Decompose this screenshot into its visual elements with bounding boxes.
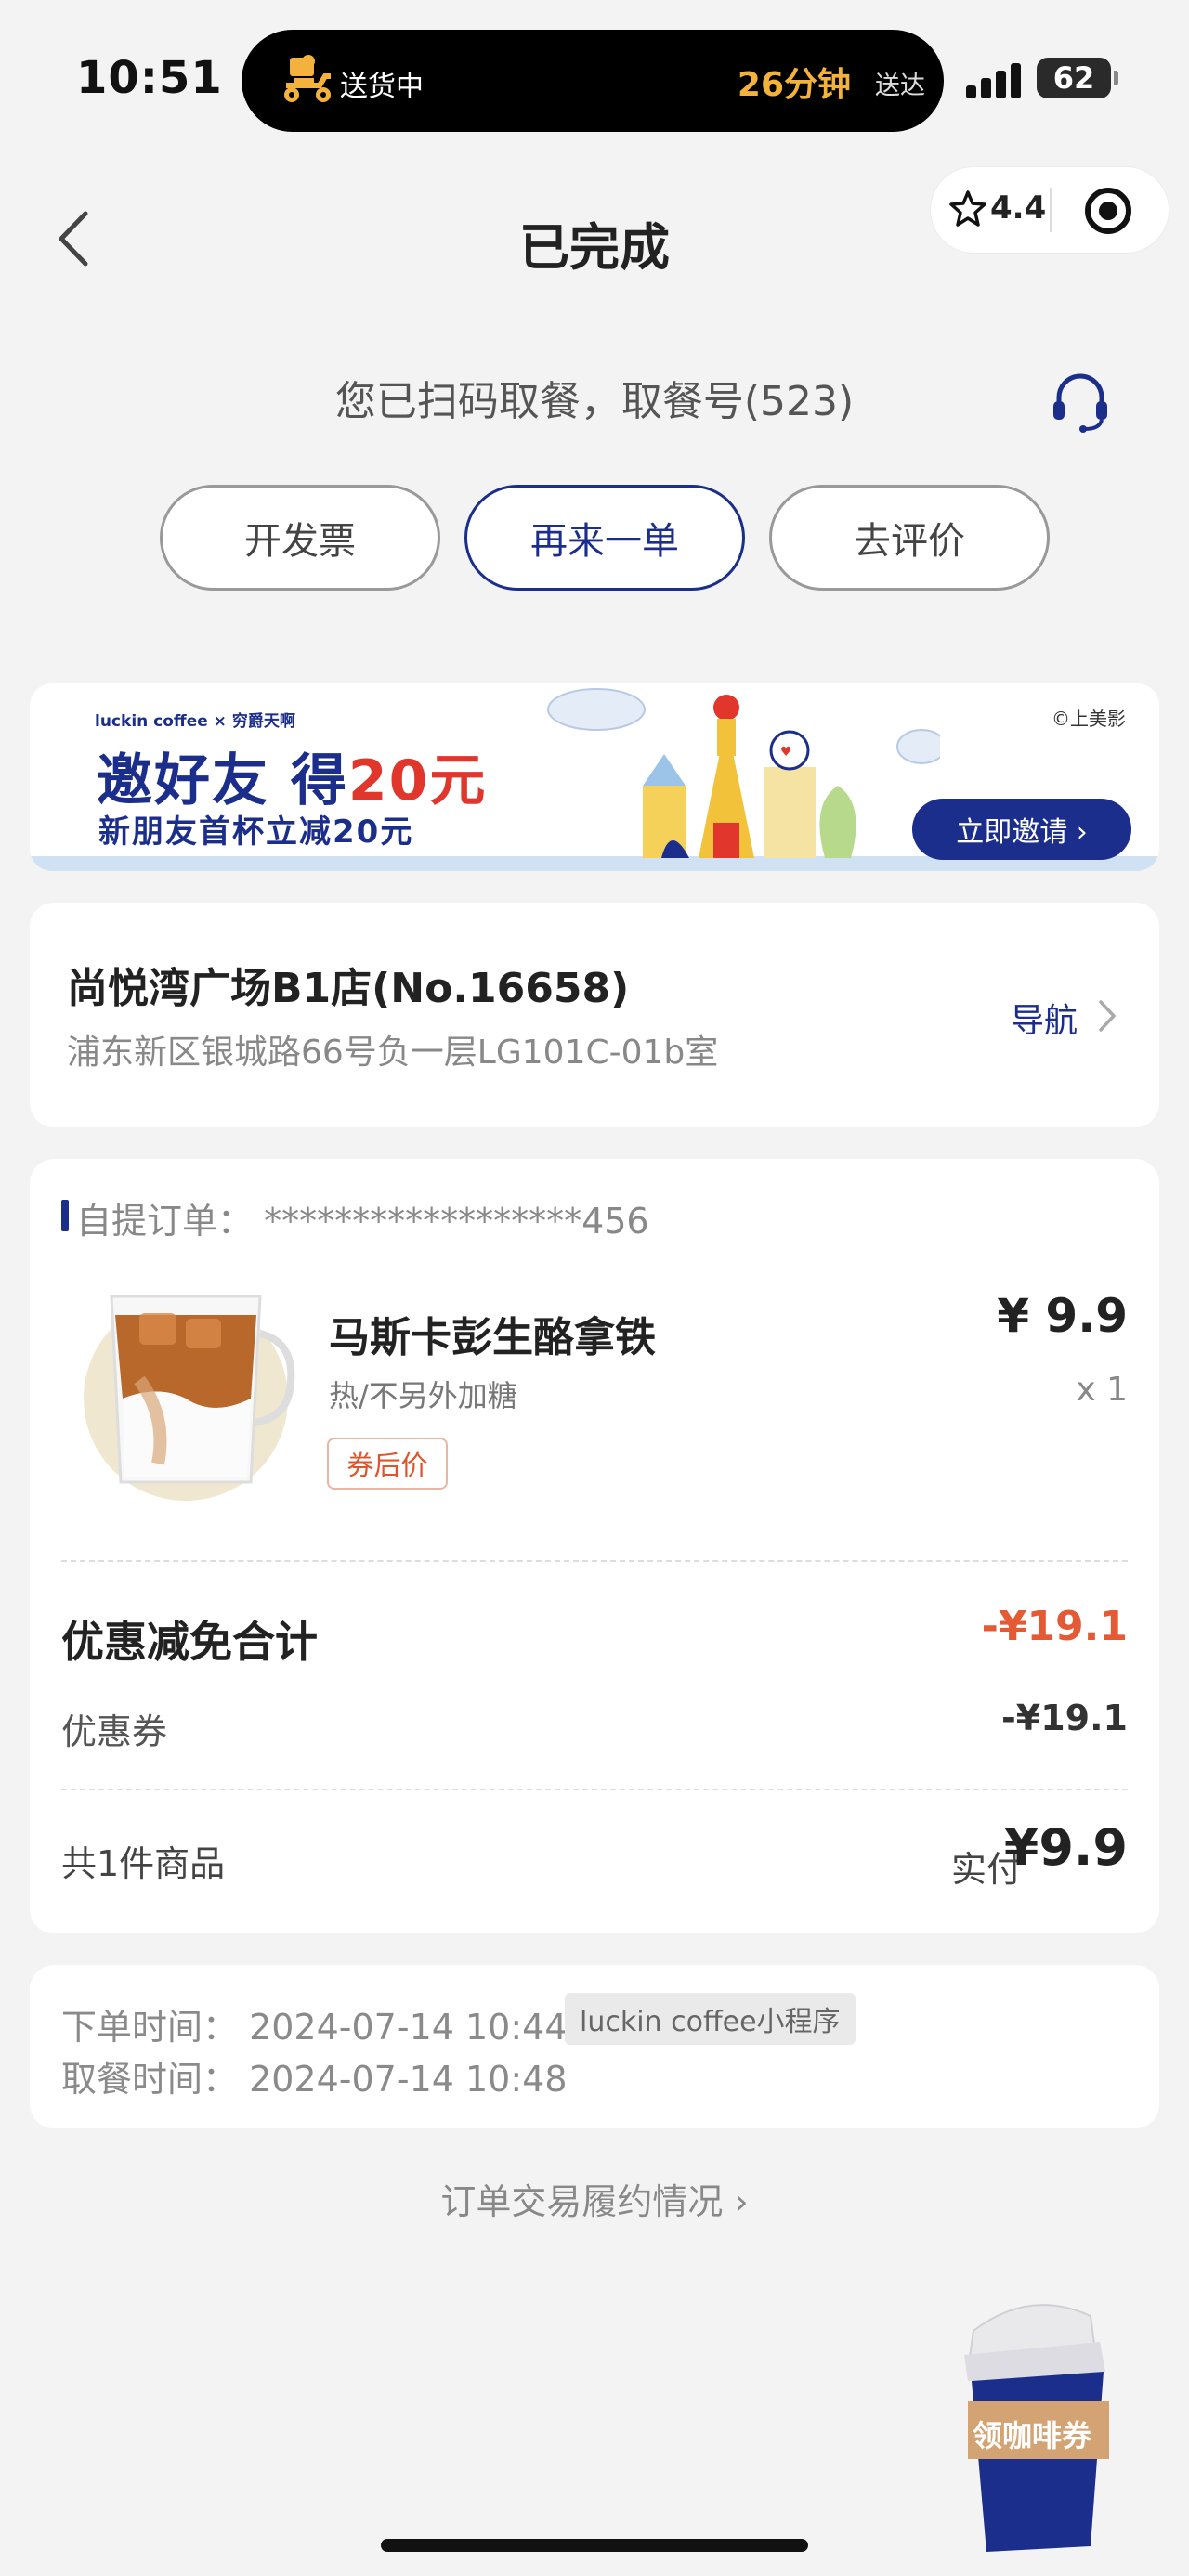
order-channel-badge: luckin coffee小程序 <box>565 1993 856 2045</box>
order-label-marker <box>61 1200 69 1231</box>
invite-button[interactable]: 立即邀请 › <box>912 799 1131 860</box>
dashed-divider <box>61 1789 1128 1790</box>
reorder-button[interactable]: 再来一单 <box>464 485 745 591</box>
home-indicator[interactable] <box>381 2539 808 2552</box>
order-fulfillment-link[interactable]: 订单交易履约情况 › <box>0 2173 1189 2224</box>
order-times-card: 下单时间： 2024-07-14 10:44 luckin coffee小程序 … <box>30 1965 1159 2128</box>
status-time: 10:51 <box>76 52 223 104</box>
order-card: 自提订单： ******************456 马斯卡彭生酪拿铁 热/不… <box>30 1159 1159 1933</box>
chevron-right-icon[interactable] <box>1096 997 1118 1034</box>
paid-amount: ¥9.9 <box>1003 1818 1128 1877</box>
rating-value[interactable]: 4.4 <box>990 189 1046 227</box>
banner-subtitle: 新朋友首杯立减20元 <box>98 813 414 851</box>
customer-service-headset-icon[interactable] <box>1048 368 1113 435</box>
mini-program-capsule: 4.4 <box>931 167 1169 253</box>
paris-landmarks-illustration: ♥ <box>547 688 940 858</box>
product-options: 热/不另外加糖 <box>329 1378 517 1413</box>
get-coffee-coupon-label[interactable]: 领咖啡券 <box>962 2413 1102 2455</box>
coupon-value: -¥19.1 <box>1001 1698 1128 1738</box>
order-number: 自提订单： ******************456 <box>76 1201 649 1242</box>
banner-headline-amount: 20元 <box>347 748 488 813</box>
banner-brand: luckin coffee × 穷爵天啊 <box>95 712 295 731</box>
invite-friends-banner[interactable]: ♥ luckin coffee × 穷爵天啊 邀好友 得20元 新朋友首杯立减2… <box>30 683 1159 871</box>
coupon-label: 优惠券 <box>61 1711 168 1752</box>
discount-total-label: 优惠减免合计 <box>61 1617 318 1667</box>
store-name: 尚悦湾广场B1店(No.16658) <box>67 965 630 1012</box>
banner-copyright: ©上美影 <box>1052 708 1126 730</box>
order-time: 下单时间： 2024-07-14 10:44 <box>61 2007 568 2048</box>
close-target-icon[interactable] <box>1085 188 1131 234</box>
star-icon[interactable] <box>949 189 986 227</box>
store-card: 尚悦湾广场B1店(No.16658) 浦东新区银城路66号负一层LG101C-0… <box>30 903 1159 1127</box>
delivery-status-text: 送货中 <box>340 71 424 103</box>
product-price: ¥ 9.9 <box>997 1289 1128 1343</box>
capsule-divider <box>1050 188 1052 232</box>
dashed-divider <box>61 1560 1128 1562</box>
store-address: 浦东新区银城路66号负一层LG101C-01b室 <box>67 1034 719 1072</box>
pickup-time: 取餐时间： 2024-07-14 10:48 <box>61 2059 568 2100</box>
banner-headline-pre: 邀好友 得 <box>97 748 348 813</box>
cellular-signal-icon <box>966 61 1024 98</box>
after-coupon-price-badge: 券后价 <box>327 1438 448 1490</box>
iced-latte-product-image[interactable] <box>74 1259 316 1501</box>
product-quantity: x 1 <box>1076 1371 1128 1409</box>
delivery-eta: 26分钟 <box>737 66 851 104</box>
delivery-eta-suffix: 送达 <box>875 72 925 100</box>
delivery-live-activity[interactable]: 送货中 26分钟 送达 <box>242 30 944 132</box>
navigate-link[interactable]: 导航 <box>1011 994 1078 1042</box>
product-name: 马斯卡彭生酪拿铁 <box>329 1314 656 1361</box>
banner-headline: 邀好友 得20元 <box>97 735 487 816</box>
pickup-message: 您已扫码取餐，取餐号(523) <box>334 378 855 425</box>
delivery-scooter-icon <box>284 55 331 102</box>
review-button[interactable]: 去评价 <box>769 485 1050 591</box>
discount-total-value: -¥19.1 <box>981 1603 1128 1650</box>
battery-indicator: 62 <box>1037 58 1118 98</box>
item-count: 共1件商品 <box>61 1843 226 1884</box>
invoice-button[interactable]: 开发票 <box>160 485 440 591</box>
svg-text:♥: ♥ <box>780 745 792 760</box>
